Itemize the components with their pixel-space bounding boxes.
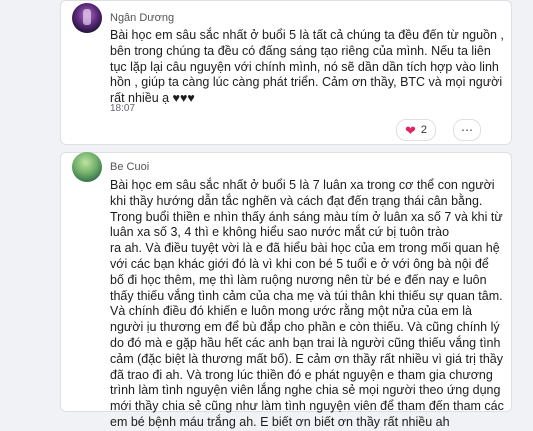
comment-line: bố đi học thêm, mẹ thì làm ruộng nương n… <box>110 272 487 287</box>
comment-line: em bé bệnh máu trắng ah. E biết ơn biết … <box>110 414 450 429</box>
comment-line: tục lặp lại câu nguyện với chính mình, n… <box>110 59 499 74</box>
comment-line: mới thầy chia sẻ cũng như làm tình nguyệ… <box>110 399 504 414</box>
comment-line: người ịu thương em để bù đắp cho phần e … <box>110 320 500 335</box>
avatar[interactable] <box>72 152 102 182</box>
comment-text: Bài học em sâu sắc nhất ở buổi 5 là tất … <box>110 28 504 107</box>
comment-line: luân xa số 3, 4 thì e không hiểu sao nướ… <box>110 225 450 240</box>
comment-timestamp: 18:07 <box>110 103 136 114</box>
heart-icon: ❤ <box>405 122 416 138</box>
comment-line: đã trao đi ah. Và trong lúc thiền đó e p… <box>110 367 493 382</box>
comment-line: ra ah. Và điều tuyệt vời là e đã hiểu bà… <box>110 241 500 256</box>
reaction-count: 2 <box>420 124 428 136</box>
reaction-button[interactable]: ❤ 2 <box>396 119 437 141</box>
comment-text: Bài học em sâu sắc nhất ở buổi 5 là 7 lu… <box>110 178 504 431</box>
comment-line: với các bạn khác giới đó là vì khi con b… <box>110 256 489 271</box>
comment-line: thấy thiếu vắng tình cảm của cha mẹ và t… <box>110 288 503 303</box>
avatar[interactable] <box>72 3 102 33</box>
comment-line: bên trong chúng ta đều có đấng sáng tạo … <box>110 43 491 58</box>
comment-line: khi thầy hướng dẫn tắc nghẽn và cách đạt… <box>110 193 483 208</box>
comment-line: Bài học em sâu sắc nhất ở buổi 5 là tất … <box>110 28 504 42</box>
comment-line: trình làm tình nguyện viên lắng nghe chi… <box>110 383 501 398</box>
comment-line: cảm (đặc biệt là thương mất bố). E cảm ơ… <box>110 351 503 366</box>
comment-line: Trong buổi thiền e nhìn thấy ánh sáng mà… <box>110 209 503 224</box>
comment-line: Bài học em sâu sắc nhất ở buổi 5 là 7 lu… <box>110 178 495 192</box>
more-icon[interactable]: ⋯ <box>453 119 481 141</box>
comment-author[interactable]: Ngân Dương <box>110 12 174 24</box>
comment-line: hồn , giúp ta càng lúc càng phát triển. … <box>110 75 503 90</box>
comment-line: Và chính điều đó khiến e luôn mong ước r… <box>110 304 472 319</box>
comment-line: rất nhiều ạ ♥♥♥ <box>110 91 195 106</box>
comment-line: do đó mà e gặp hầu hết các anh bạn trai … <box>110 335 501 350</box>
comment-author[interactable]: Be Cuoi <box>110 161 149 173</box>
